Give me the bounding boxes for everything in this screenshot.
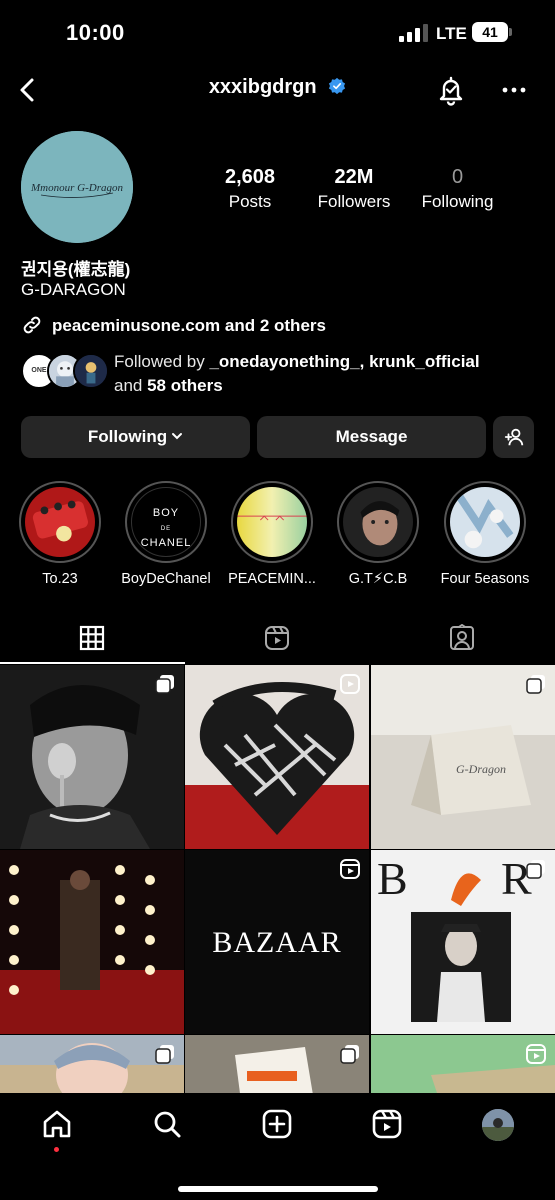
profile-username-header: xxxibgdrgn <box>0 76 555 99</box>
bottom-tab-bar <box>0 1093 555 1200</box>
verified-badge-icon <box>329 77 346 95</box>
link-icon <box>23 316 41 334</box>
profile-tab-avatar[interactable] <box>482 1109 514 1141</box>
highlight-label: PEACEMIN... <box>228 571 316 587</box>
battery-icon: 41 <box>472 22 512 42</box>
reel-icon <box>526 1044 546 1064</box>
home-tab[interactable] <box>40 1107 74 1141</box>
highlight-cover <box>343 487 413 557</box>
post-thumbnail[interactable]: BR <box>371 850 555 1034</box>
suggested-users-button[interactable] <box>493 416 534 458</box>
followed-by-text: Followed by _onedayonething_, krunk_offi… <box>114 352 480 395</box>
tab-reels[interactable] <box>185 610 370 664</box>
posts-count[interactable]: 2,608 Posts <box>205 166 295 212</box>
carousel-icon <box>340 1045 359 1064</box>
following-button[interactable]: Following <box>21 416 250 458</box>
status-time: 10:00 <box>66 20 125 45</box>
username: xxxibgdrgn <box>208 76 317 98</box>
story-highlight[interactable]: BOY DE CHANEL BoyDeChanel <box>116 481 216 587</box>
add-post-icon <box>262 1109 292 1139</box>
highlight-label: BoyDeChanel <box>121 571 211 587</box>
message-button[interactable]: Message <box>257 416 486 458</box>
add-user-icon <box>504 428 523 446</box>
highlight-cover: BOY DE CHANEL <box>131 487 201 557</box>
carousel-icon <box>155 1045 174 1064</box>
bazaar-logo-text: BAZAAR <box>212 926 342 959</box>
following-button-label: Following <box>87 427 168 446</box>
profile-nav-bar: xxxibgdrgn <box>0 68 555 112</box>
reel-icon <box>340 859 360 879</box>
posts-grid: G-Dragon BAZAAR BR <box>0 665 555 1095</box>
mutual-avatar <box>73 353 109 389</box>
reels-icon <box>372 1109 402 1139</box>
carousel-icon <box>526 860 545 879</box>
tab-tagged[interactable] <box>370 610 555 664</box>
network-label: LTE <box>436 24 467 43</box>
story-highlight[interactable]: Four 5easons <box>435 481 535 587</box>
carousel-icon <box>526 675 545 694</box>
profile-link-text: peaceminusone.com and 2 others <box>52 316 326 335</box>
highlight-cover <box>237 487 307 557</box>
status-bar: 10:00 LTE 41 <box>0 0 555 62</box>
following-count-label: Following <box>421 192 494 211</box>
post-thumbnail[interactable] <box>371 1035 555 1095</box>
signal-icon <box>399 24 429 42</box>
more-options-icon[interactable] <box>500 80 528 100</box>
avatar-signature-text: Mmonour G-Dragon <box>30 182 123 194</box>
posts-count-label: Posts <box>228 192 272 211</box>
carousel-icon <box>155 675 174 694</box>
story-highlight[interactable]: PEACEMIN... <box>222 481 322 587</box>
search-icon <box>154 1111 181 1138</box>
post-thumbnail[interactable]: G-Dragon <box>371 665 555 849</box>
story-highlight[interactable]: G.T⚡C.B <box>328 481 428 587</box>
grid-icon <box>79 625 105 651</box>
tagged-person-icon <box>450 624 474 650</box>
post-thumbnail[interactable] <box>0 850 184 1034</box>
highlight-label: G.T⚡C.B <box>348 571 408 587</box>
post-thumbnail[interactable] <box>185 665 369 849</box>
posts-count-value: 2,608 <box>224 166 276 188</box>
reels-tab[interactable] <box>370 1107 404 1141</box>
highlight-label: To.23 <box>42 571 78 587</box>
post-thumbnail[interactable] <box>0 1035 184 1095</box>
create-tab[interactable] <box>260 1107 294 1141</box>
highlight-cover <box>450 487 520 557</box>
svg-text:B: B <box>377 853 408 904</box>
followers-count-value: 22M <box>334 166 374 188</box>
profile-full-name: 권지용(權志龍) <box>21 260 131 279</box>
followed-by-row[interactable]: ONE Followed by _onedayonething_, krunk_… <box>21 348 541 396</box>
reels-icon <box>265 626 289 650</box>
post-thumbnail[interactable] <box>0 665 184 849</box>
reel-icon <box>340 674 360 694</box>
post-thumbnail[interactable] <box>185 1035 369 1095</box>
following-count[interactable]: 0 Following <box>410 166 505 212</box>
following-count-value: 0 <box>451 166 464 188</box>
followers-count-label: Followers <box>317 192 391 211</box>
svg-text:G-Dragon: G-Dragon <box>456 762 506 776</box>
home-icon <box>43 1110 71 1138</box>
profile-avatar[interactable]: Mmonour G-Dragon <box>21 131 133 243</box>
highlight-cover <box>25 487 95 557</box>
notification-dot <box>54 1147 59 1152</box>
profile-bio-line: G-DARAGON <box>21 280 126 299</box>
home-indicator <box>178 1186 378 1192</box>
post-thumbnail[interactable]: BAZAAR <box>185 850 369 1034</box>
tab-posts-grid[interactable] <box>0 610 185 664</box>
search-tab[interactable] <box>150 1107 184 1141</box>
notification-bell-icon[interactable] <box>436 74 466 106</box>
highlight-label: Four 5easons <box>440 571 530 587</box>
chevron-down-icon <box>172 433 183 440</box>
followers-count[interactable]: 22M Followers <box>308 166 400 212</box>
story-highlight[interactable]: To.23 <box>10 481 110 587</box>
message-button-label: Message <box>335 427 408 446</box>
